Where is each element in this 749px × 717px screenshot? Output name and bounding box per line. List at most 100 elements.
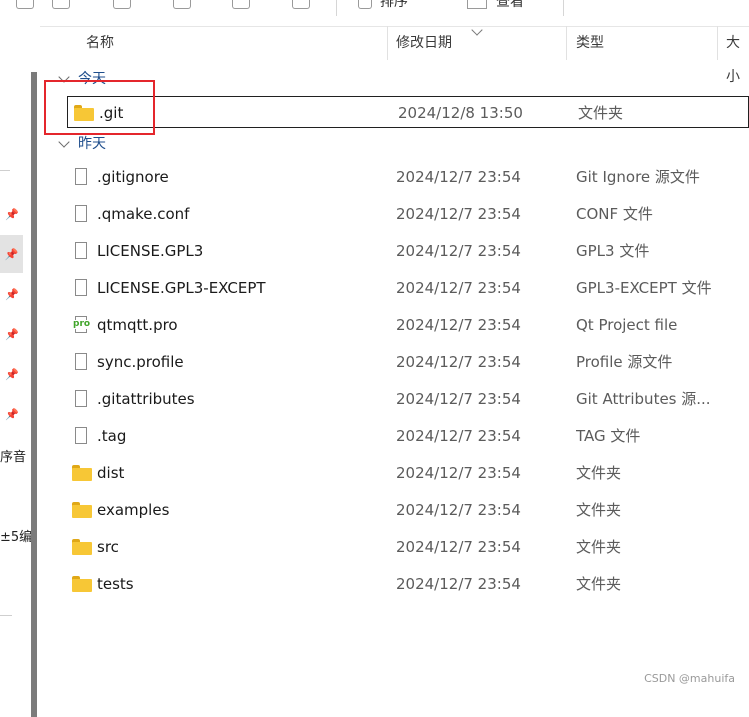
pro-badge: pro [72,319,92,329]
nav-divider [0,170,10,171]
table-row[interactable]: .git 2024/12/8 13:50 文件夹 [67,96,749,128]
column-divider[interactable] [387,26,388,60]
file-date: 2024/12/7 23:54 [396,168,521,186]
file-name: examples [97,501,170,519]
folder-icon [72,538,92,556]
file-type: TAG 文件 [576,427,641,445]
cut-icon[interactable] [16,0,34,9]
pin-icon[interactable]: 📌 [3,365,21,383]
share-icon[interactable] [232,0,250,9]
file-icon [72,353,92,371]
table-row[interactable]: dist 2024/12/7 23:54 文件夹 [66,457,749,489]
file-date: 2024/12/7 23:54 [396,575,521,593]
file-name: .qmake.conf [97,205,190,223]
file-type: CONF 文件 [576,205,653,223]
file-date: 2024/12/7 23:54 [396,279,521,297]
column-header: 名称 修改日期 类型 大小 [46,24,749,85]
table-row[interactable]: .tag 2024/12/7 23:54 TAG 文件 [66,420,749,452]
file-icon [72,242,92,260]
table-row[interactable]: .gitattributes 2024/12/7 23:54 Git Attri… [66,383,749,415]
file-icon [72,390,92,408]
table-row[interactable]: src 2024/12/7 23:54 文件夹 [66,531,749,563]
table-row[interactable]: .gitignore 2024/12/7 23:54 Git Ignore 源文… [66,161,749,193]
nav-item-label[interactable]: ±5编 [0,526,32,545]
pro-file-icon: pro [72,316,92,334]
file-type: Qt Project file [576,316,678,334]
table-row[interactable]: .qmake.conf 2024/12/7 23:54 CONF 文件 [66,198,749,230]
nav-divider [0,615,12,616]
pin-icon[interactable]: 📌 [3,205,21,223]
file-name: dist [97,464,125,482]
pin-icon[interactable]: 📌 [3,325,21,343]
nav-item-label[interactable]: 序音 [0,446,26,465]
sort-icon[interactable] [358,0,372,9]
copy-icon[interactable] [52,0,70,9]
column-type[interactable]: 类型 [576,26,604,60]
highlight-annotation [44,80,155,135]
pin-icon[interactable]: 📌 [0,235,23,273]
navigation-pane: 📌 📌 📌 📌 📌 📌 序音 ±5编 [0,26,40,717]
table-row[interactable]: LICENSE.GPL3 2024/12/7 23:54 GPL3 文件 [66,235,749,267]
view-icon[interactable] [467,0,487,9]
file-date: 2024/12/7 23:54 [396,242,521,260]
pin-icon[interactable]: 📌 [3,405,21,423]
paste-icon[interactable] [113,0,131,9]
file-name: .tag [97,427,127,445]
file-date: 2024/12/7 23:54 [396,390,521,408]
file-type: 文件夹 [578,104,624,122]
folder-icon [72,575,92,593]
file-type: 文件夹 [576,464,622,482]
file-type: Git Ignore 源文件 [576,168,700,186]
file-name: LICENSE.GPL3 [97,242,204,260]
file-type: 文件夹 [576,501,622,519]
file-date: 2024/12/7 23:54 [396,427,521,445]
file-date: 2024/12/7 23:54 [396,538,521,556]
folder-icon [72,464,92,482]
toolbar-divider [336,0,337,16]
sort-down-icon [471,24,483,36]
command-bar: 排序 查看 [0,0,749,27]
column-divider[interactable] [717,26,718,60]
file-date: 2024/12/7 23:54 [396,205,521,223]
column-divider[interactable] [566,26,567,60]
toolbar-divider [563,0,564,16]
rename-icon[interactable] [173,0,191,9]
view-button[interactable]: 查看 [496,0,524,11]
file-type: 文件夹 [576,575,622,593]
file-date: 2024/12/7 23:54 [396,353,521,371]
group-header-yesterday[interactable]: 昨天 [56,132,106,156]
delete-icon[interactable] [292,0,310,9]
file-date: 2024/12/7 23:54 [396,464,521,482]
file-type: GPL3 文件 [576,242,650,260]
column-size[interactable]: 大小 [726,26,749,85]
table-row[interactable]: tests 2024/12/7 23:54 文件夹 [66,568,749,600]
file-name: LICENSE.GPL3-EXCEPT [97,279,266,297]
group-label: 昨天 [78,136,106,152]
file-icon [72,427,92,445]
file-name: .gitattributes [97,390,195,408]
chevron-down-icon [58,136,70,148]
table-row[interactable]: examples 2024/12/7 23:54 文件夹 [66,494,749,526]
file-date: 2024/12/7 23:54 [396,501,521,519]
file-icon [72,279,92,297]
pin-icon[interactable]: 📌 [3,285,21,303]
file-type: Profile 源文件 [576,353,673,371]
file-name: .gitignore [97,168,169,186]
file-name: qtmqtt.pro [97,316,178,334]
file-icon [72,205,92,223]
column-name[interactable]: 名称 [86,26,114,60]
table-row[interactable]: LICENSE.GPL3-EXCEPT 2024/12/7 23:54 GPL3… [66,272,749,304]
file-name: sync.profile [97,353,184,371]
file-type: Git Attributes 源... [576,390,711,408]
file-name: tests [97,575,134,593]
folder-icon [72,501,92,519]
file-icon [72,168,92,186]
nav-scrollbar[interactable] [31,72,37,717]
watermark: CSDN @mahuifa [644,672,735,685]
file-type: 文件夹 [576,538,622,556]
column-date[interactable]: 修改日期 [396,26,452,60]
table-row[interactable]: pro qtmqtt.pro 2024/12/7 23:54 Qt Projec… [66,309,749,341]
file-type: GPL3-EXCEPT 文件 [576,279,711,297]
table-row[interactable]: sync.profile 2024/12/7 23:54 Profile 源文件 [66,346,749,378]
sort-button[interactable]: 排序 [380,0,408,11]
